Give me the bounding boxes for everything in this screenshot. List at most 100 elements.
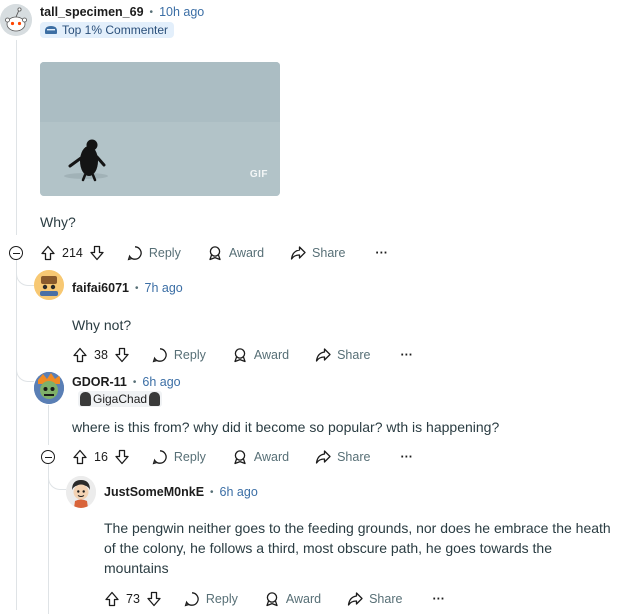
reply-bubble-icon [152,450,167,465]
award-label: Award [253,348,290,362]
share-label: Share [337,450,371,464]
reply-bubble-icon [127,246,142,261]
collapse-thread-button[interactable] [41,450,55,464]
avatar-justsomemonke[interactable] [66,476,96,508]
reply-label: Reply [173,450,206,464]
award-button[interactable]: Award [207,245,264,261]
more-options-button[interactable]: ··· [400,348,413,362]
reply-button[interactable]: Reply [184,591,238,607]
share-button[interactable]: Share [315,347,370,363]
share-arrow-icon [290,246,306,260]
username[interactable]: GDOR-11 [72,375,127,389]
thread-elbow-monke [48,466,66,490]
more-options-button[interactable]: ··· [400,450,413,464]
comment-meta: tall_specimen_69 • 10h ago [40,5,204,19]
more-options-button[interactable]: ··· [375,246,388,260]
award-icon [209,246,221,261]
vote-control: 214 [40,245,105,261]
comment-actions: 16 Reply Award Share ··· [72,447,413,467]
downvote-icon[interactable] [114,449,130,465]
share-button[interactable]: Share [347,591,402,607]
award-label: Award [253,450,290,464]
comment-meta: JustSomeM0nkE • 6h ago [104,485,258,499]
flair-label: GigaChad [93,392,148,406]
share-label: Share [312,246,346,260]
user-flair: GigaChad [78,391,163,407]
downvote-icon[interactable] [114,347,130,363]
gigachad-flair-icon [80,392,91,406]
reply-button[interactable]: Reply [127,245,181,261]
username[interactable]: JustSomeM0nkE [104,485,204,499]
gif-label: GIF [249,169,268,180]
vote-control: 38 [72,347,130,363]
separator-dot: • [134,282,139,294]
separator-dot: • [149,6,154,18]
reply-label: Reply [173,348,206,362]
share-arrow-icon [315,450,331,464]
comment-actions: 38 Reply Award Share ··· [72,345,413,365]
avatar-tall-specimen[interactable] [0,4,32,36]
reply-button[interactable]: Reply [152,449,206,465]
upvote-icon[interactable] [40,245,56,261]
vote-control: 16 [72,449,130,465]
timestamp[interactable]: 10h ago [159,5,204,19]
commenter-badge-icon [45,26,57,34]
downvote-icon[interactable] [89,245,105,261]
comment-actions: 214 Reply Award Share ··· [40,243,388,263]
username[interactable]: tall_specimen_69 [40,5,144,19]
gif-media[interactable]: GIF [40,62,280,196]
comment-meta: GDOR-11 • 6h ago [72,375,181,389]
gdor-avatar-icon [34,372,64,404]
comment-body: The pengwin neither goes to the feeding … [104,520,611,576]
award-button[interactable]: Award [232,449,289,465]
gigachad-flair-icon [149,392,161,406]
upvote-icon[interactable] [104,591,120,607]
vote-score: 16 [94,450,108,464]
avatar-gdor[interactable] [34,372,64,404]
comment-body: Why? [40,214,76,230]
reply-label: Reply [148,246,181,260]
snoo-avatar-icon [0,4,32,36]
thread-elbow-gdor [16,360,34,382]
top-commenter-badge: Top 1% Commenter [40,22,175,38]
comment-meta: faifai6071 • 7h ago [72,281,183,295]
share-label: Share [337,348,371,362]
reply-bubble-icon [184,592,199,607]
thread-line-gdor [48,405,49,445]
vote-score: 38 [94,348,108,362]
thread-line-root-lower [16,260,17,610]
faifai-avatar-icon [34,270,64,300]
upvote-icon[interactable] [72,347,88,363]
share-button[interactable]: Share [315,449,370,465]
vote-score: 214 [62,246,83,260]
penguin-gif-image [40,62,280,196]
award-icon [234,348,246,363]
award-button[interactable]: Award [232,347,289,363]
award-button[interactable]: Award [264,591,321,607]
thread-line-root [16,40,17,235]
share-arrow-icon [347,592,363,606]
award-label: Award [228,246,265,260]
share-button[interactable]: Share [290,245,345,261]
award-icon [266,592,278,607]
timestamp[interactable]: 6h ago [142,375,180,389]
avatar-faifai[interactable] [34,270,64,300]
timestamp[interactable]: 6h ago [220,485,258,499]
vote-control: 73 [104,591,162,607]
comment-body: where is this from? why did it become so… [72,419,500,435]
monke-avatar-icon [66,476,96,508]
username[interactable]: faifai6071 [72,281,129,295]
upvote-icon[interactable] [72,449,88,465]
timestamp[interactable]: 7h ago [145,281,183,295]
reply-button[interactable]: Reply [152,347,206,363]
downvote-icon[interactable] [146,591,162,607]
share-arrow-icon [315,348,331,362]
separator-dot: • [132,376,137,388]
badge-label: Top 1% Commenter [62,23,169,37]
thread-elbow-faifai [16,262,34,286]
thread-line-gdor-lower [48,464,49,614]
reply-bubble-icon [152,348,167,363]
comment-actions: 73 Reply Award Share ··· [104,589,445,609]
separator-dot: • [210,486,214,498]
collapse-thread-button[interactable] [9,246,23,260]
